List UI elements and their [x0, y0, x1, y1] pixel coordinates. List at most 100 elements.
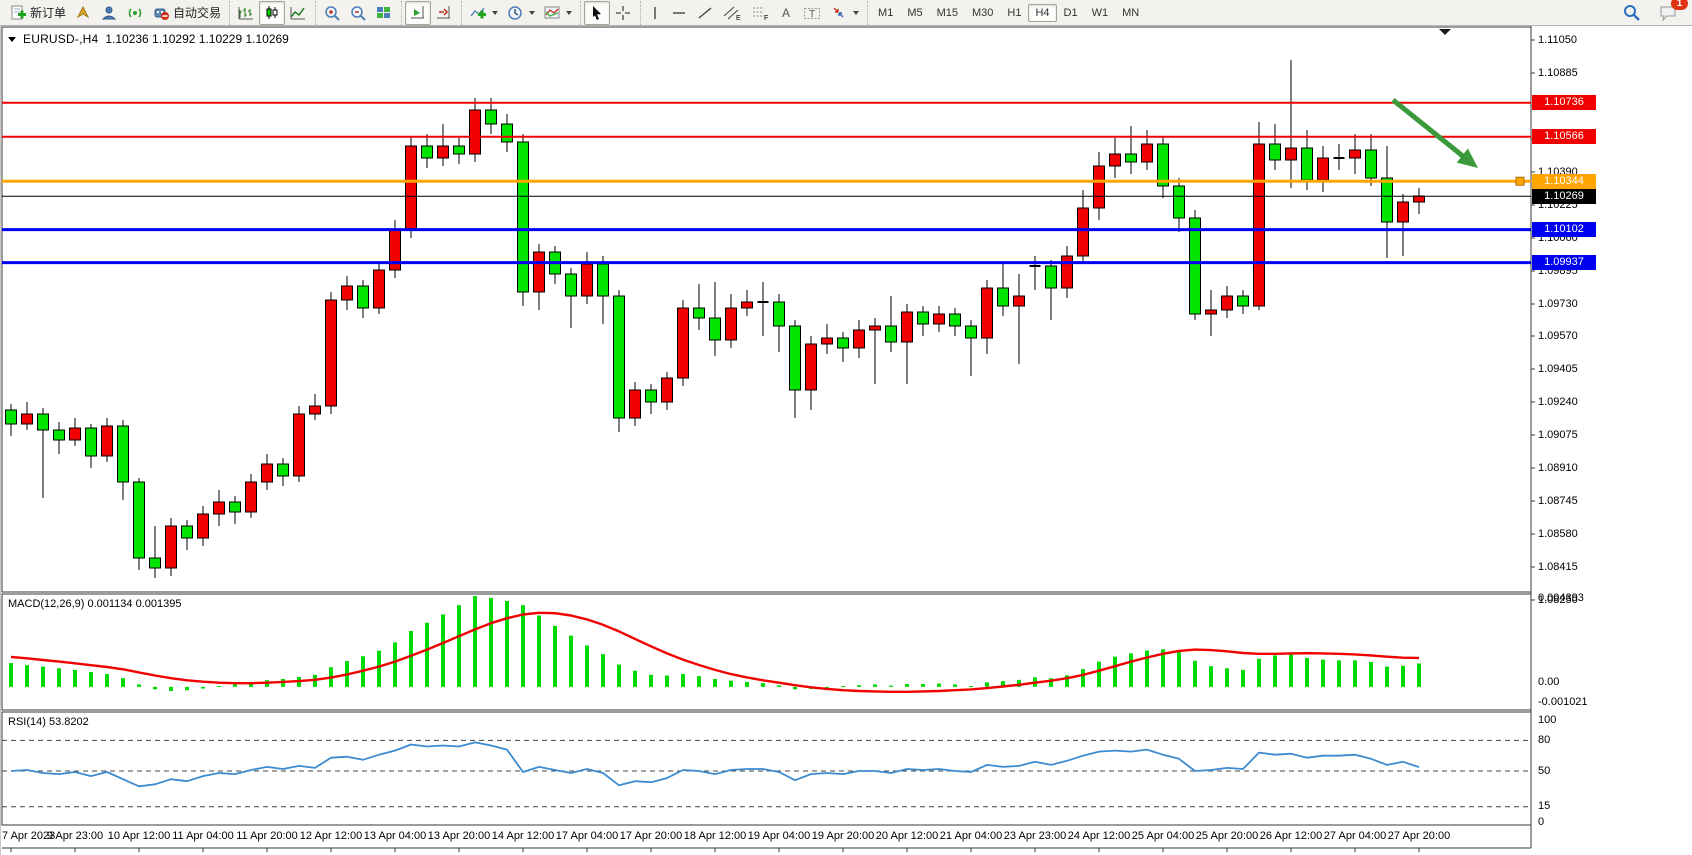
new-order-button[interactable]: 新订单 [5, 1, 70, 25]
date-axis-label: 10 Apr 12:00 [108, 830, 170, 842]
tile-windows-icon [375, 4, 393, 22]
level-price-label: 1.10736 [1532, 95, 1596, 110]
fibonacci-button[interactable]: F [746, 1, 774, 25]
metaeditor-button[interactable] [70, 1, 96, 25]
bear-candle [694, 308, 705, 318]
text-label-button[interactable]: T [798, 1, 826, 25]
bear-candle [598, 264, 609, 296]
level-price-label: 1.10102 [1532, 222, 1596, 237]
macd-histogram-bar [1113, 657, 1117, 687]
bar-chart-type-button[interactable] [233, 1, 259, 25]
cursor-button[interactable] [584, 1, 610, 25]
bull-candle [374, 270, 385, 308]
macd-histogram-bar [585, 646, 589, 687]
macd-histogram-bar [521, 605, 525, 687]
signals-button[interactable] [122, 1, 148, 25]
chart-shift-button[interactable] [431, 1, 457, 25]
zoom-in-button[interactable] [319, 1, 345, 25]
equidistant-channel-button[interactable]: E [718, 1, 746, 25]
price-tick-label: 1.08910 [1538, 462, 1578, 474]
macd-histogram-bar [169, 687, 173, 691]
price-chart-canvas[interactable] [0, 26, 1692, 855]
templates-button[interactable] [539, 1, 576, 25]
vertical-line-button[interactable] [644, 1, 666, 25]
macd-histogram-bar [233, 684, 237, 686]
chart-ohlc-values: 1.10236 1.10292 1.10229 1.10269 [105, 32, 289, 46]
macd-histogram-bar [1097, 662, 1101, 687]
line-chart-type-button[interactable] [285, 1, 311, 25]
timeframe-m5[interactable]: M5 [900, 4, 929, 22]
cursor-icon [588, 4, 606, 22]
profile-icon [100, 4, 118, 22]
crosshair-button[interactable] [610, 1, 636, 25]
indicators-dropdown-caret[interactable] [492, 11, 498, 15]
indicators-button[interactable] [465, 1, 502, 25]
bull-candle [1094, 166, 1105, 208]
panel-frame-2 [2, 712, 1531, 825]
main-toolbar: 新订单 [0, 0, 1692, 26]
chart-dropdown-icon[interactable] [8, 37, 16, 42]
timeframe-h1[interactable]: H1 [1000, 4, 1028, 22]
line-chart-icon [289, 4, 307, 22]
timeframe-group: M1M5M15M30H1H4D1W1MN [867, 1, 1149, 25]
signal-icon [126, 4, 144, 22]
bull-candle [310, 406, 321, 414]
macd-zero-label: 0.00 [1538, 676, 1559, 688]
macd-histogram-bar [25, 665, 29, 687]
price-tick-label: 1.09405 [1538, 363, 1578, 375]
timeframe-m30[interactable]: M30 [965, 4, 1000, 22]
horizontal-line-button[interactable] [666, 1, 692, 25]
bull-candle [1318, 158, 1329, 180]
macd-histogram-bar [9, 663, 13, 687]
periods-button[interactable] [502, 1, 539, 25]
macd-histogram-bar [921, 684, 925, 687]
bull-candle [342, 286, 353, 300]
bear-candle [454, 146, 465, 154]
bear-candle [1174, 186, 1185, 218]
zoom-in-icon [323, 4, 341, 22]
timeframe-d1[interactable]: D1 [1057, 4, 1085, 22]
macd-histogram-bar [617, 665, 621, 687]
text-button[interactable]: A [774, 1, 798, 25]
macd-histogram-bar [873, 684, 877, 686]
bull-candle [294, 414, 305, 476]
macd-histogram-bar [89, 672, 93, 687]
auto-scroll-icon [409, 4, 427, 22]
timeframe-w1[interactable]: W1 [1085, 4, 1116, 22]
timeframe-m15[interactable]: M15 [930, 4, 965, 22]
date-axis-label: 14 Apr 12:00 [492, 830, 554, 842]
periods-dropdown-caret[interactable] [529, 11, 535, 15]
tile-windows-button[interactable] [371, 1, 397, 25]
bear-candle [118, 426, 129, 482]
bull-candle [326, 300, 337, 406]
panel-frame-1 [2, 594, 1531, 710]
macd-histogram-bar [217, 686, 221, 687]
templates-dropdown-caret[interactable] [566, 11, 572, 15]
trendline-button[interactable] [692, 1, 718, 25]
candlestick-chart-type-button[interactable] [259, 1, 285, 25]
bar-chart-icon [237, 4, 255, 22]
macd-histogram-bar [473, 596, 477, 687]
macd-histogram-bar [1273, 655, 1277, 686]
macd-histogram-bar [1145, 650, 1149, 686]
timeframe-mn[interactable]: MN [1115, 4, 1146, 22]
new-order-label: 新订单 [30, 4, 66, 21]
date-axis-label: 9 Apr 23:00 [47, 830, 103, 842]
arrows-button[interactable] [826, 1, 863, 25]
notifications-button[interactable]: 1 [1654, 1, 1682, 25]
search-button[interactable] [1618, 1, 1646, 25]
chart-shift-icon [435, 4, 453, 22]
auto-trading-button[interactable]: 自动交易 [148, 1, 225, 25]
macd-histogram-bar [857, 685, 861, 687]
bull-candle [934, 314, 945, 324]
zoom-out-button[interactable] [345, 1, 371, 25]
vertical-line-icon [648, 4, 662, 22]
macd-histogram-bar [1401, 666, 1405, 687]
bull-candle [70, 428, 81, 440]
auto-scroll-button[interactable] [405, 1, 431, 25]
market-button[interactable] [96, 1, 122, 25]
timeframe-h4[interactable]: H4 [1028, 4, 1056, 22]
timeframe-m1[interactable]: M1 [871, 4, 900, 22]
arrows-dropdown-caret[interactable] [853, 11, 859, 15]
macd-histogram-bar [201, 687, 205, 689]
